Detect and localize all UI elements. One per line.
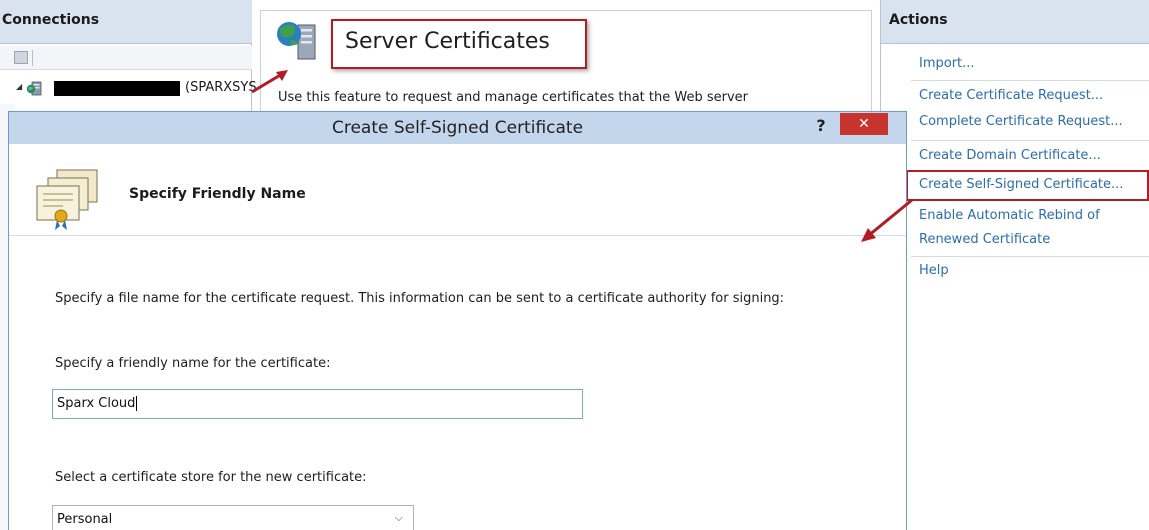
action-enable-automatic-rebind-line2[interactable]: Renewed Certificate xyxy=(919,232,1050,247)
help-button[interactable]: ? xyxy=(809,114,833,138)
action-complete-certificate-request[interactable]: Complete Certificate Request... xyxy=(919,114,1123,129)
dialog-title: Create Self-Signed Certificate xyxy=(331,118,584,138)
action-create-certificate-request[interactable]: Create Certificate Request... xyxy=(919,88,1103,103)
server-icon xyxy=(26,81,42,96)
friendly-name-value: Sparx Cloud xyxy=(57,396,136,411)
action-enable-automatic-rebind[interactable]: Enable Automatic Rebind of xyxy=(919,208,1100,223)
friendly-name-input[interactable]: Sparx Cloud xyxy=(52,389,583,419)
actions-header: Actions xyxy=(881,0,1149,44)
connections-title: Connections xyxy=(2,12,100,28)
save-connections-icon[interactable] xyxy=(14,51,28,64)
page-title: Server Certificates xyxy=(345,29,550,54)
wizard-body: Specify a file name for the certificate … xyxy=(9,237,906,530)
server-node-label: (SPARXSYS xyxy=(185,80,257,95)
feature-description: Use this feature to request and manage c… xyxy=(278,90,749,105)
create-self-signed-certificate-dialog: Create Self-Signed Certificate ? ✕ Speci… xyxy=(8,111,907,530)
certificate-icon xyxy=(36,169,98,230)
friendly-name-label: Specify a friendly name for the certific… xyxy=(55,356,331,371)
globe-server-icon xyxy=(277,22,316,60)
wizard-header: Specify Friendly Name xyxy=(9,144,906,236)
action-separator xyxy=(911,140,1149,141)
action-create-domain-certificate[interactable]: Create Domain Certificate... xyxy=(919,148,1101,163)
annotation-arrow xyxy=(861,198,913,242)
wizard-step-title: Specify Friendly Name xyxy=(129,186,306,202)
actions-title: Actions xyxy=(889,12,948,28)
connections-header: Connections xyxy=(0,0,252,44)
chevron-down-icon[interactable]: ⌵ xyxy=(395,511,403,525)
connections-toolbar xyxy=(0,46,252,70)
feature-title-highlight: Server Certificates xyxy=(331,19,587,69)
action-import[interactable]: Import... xyxy=(919,56,975,71)
toolbar-separator xyxy=(32,50,33,66)
server-tree-node[interactable]: ◢ (SPARXSYS xyxy=(16,79,257,101)
actions-pane: Actions Import... Create Certificate Req… xyxy=(880,0,1149,530)
certificate-store-value: Personal xyxy=(57,512,113,527)
intro-text: Specify a file name for the certificate … xyxy=(55,291,785,306)
certificate-store-label: Select a certificate store for the new c… xyxy=(55,470,367,485)
expand-arrow-icon[interactable]: ◢ xyxy=(16,82,22,91)
action-separator xyxy=(911,256,1149,257)
annotation-arrow xyxy=(251,70,288,94)
close-button[interactable]: ✕ xyxy=(840,113,888,135)
redacted-server-name xyxy=(54,81,180,96)
action-separator xyxy=(911,80,1149,81)
text-caret xyxy=(136,396,138,411)
action-help[interactable]: Help xyxy=(919,263,949,278)
certificate-store-select[interactable]: Personal ⌵ xyxy=(52,505,414,530)
dialog-titlebar[interactable]: Create Self-Signed Certificate ? ✕ xyxy=(9,112,906,144)
self-signed-highlight xyxy=(906,170,1149,201)
